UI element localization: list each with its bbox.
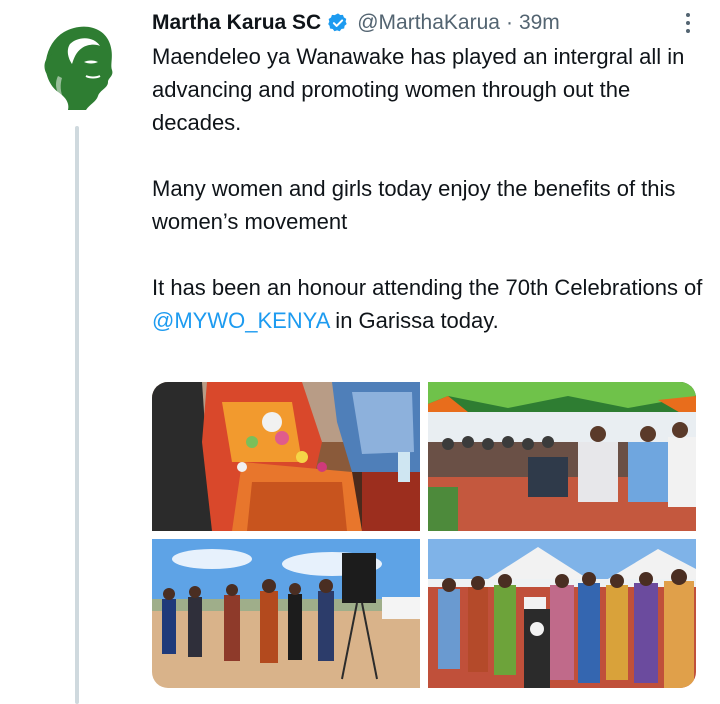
tweet-text-segment: It has been an honour attending the 70th… bbox=[152, 275, 703, 300]
tweet-paragraph-3: It has been an honour attending the 70th… bbox=[152, 271, 704, 337]
photo-outdoor-procession-icon[interactable] bbox=[152, 539, 420, 688]
tweet-paragraph-2: Many women and girls today enjoy the ben… bbox=[152, 176, 676, 234]
author-handle[interactable]: @MarthaKarua bbox=[357, 11, 500, 35]
separator-dot: · bbox=[505, 11, 513, 34]
media-grid bbox=[152, 382, 696, 688]
tweet-header: Martha Karua SC @MarthaKarua · 39m bbox=[152, 6, 700, 40]
timestamp[interactable]: 39m bbox=[519, 11, 560, 35]
avatar[interactable] bbox=[24, 14, 128, 118]
tweet-text-segment: in Garissa today. bbox=[329, 308, 499, 333]
tweet-paragraph-1: Maendeleo ya Wanawake has played an inte… bbox=[152, 44, 685, 135]
verified-badge-icon bbox=[327, 12, 349, 34]
photo-tent-audience-icon[interactable] bbox=[428, 382, 696, 531]
tweet-text: Maendeleo ya Wanawake has played an inte… bbox=[152, 40, 704, 337]
more-options-icon[interactable] bbox=[676, 10, 700, 36]
profile-silhouette-logo-icon bbox=[24, 14, 128, 118]
photo-women-seated-garlands-icon[interactable] bbox=[152, 382, 420, 531]
author-name[interactable]: Martha Karua SC bbox=[152, 11, 321, 35]
thread-line bbox=[75, 126, 79, 704]
photo-podium-group-icon[interactable] bbox=[428, 539, 696, 688]
mention-link[interactable]: @MYWO_KENYA bbox=[152, 308, 329, 333]
